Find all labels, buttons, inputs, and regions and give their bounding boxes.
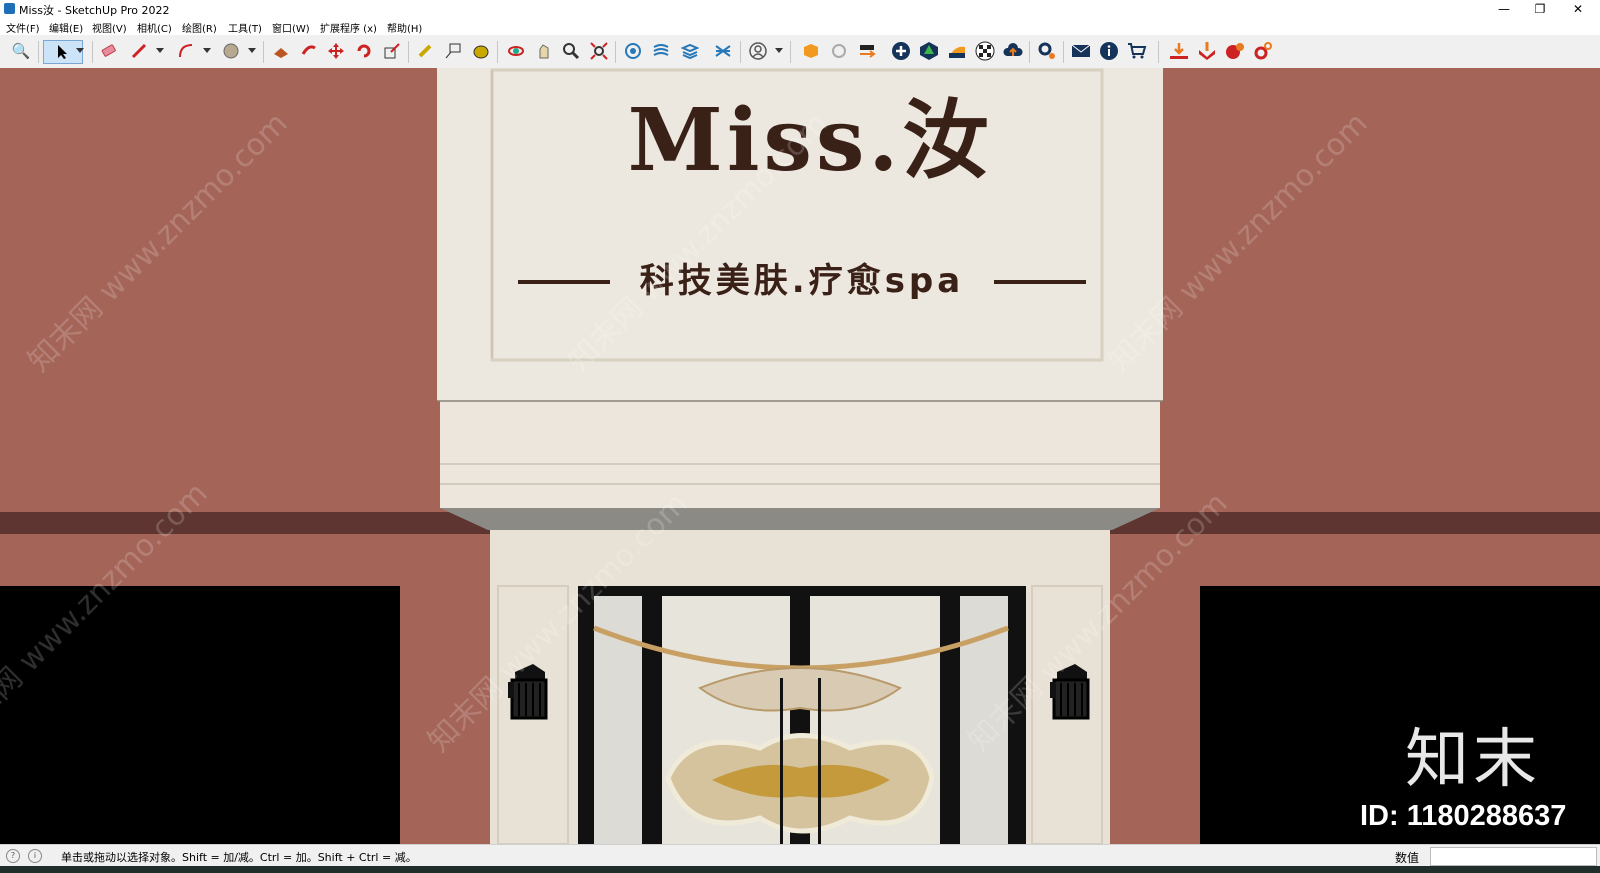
style-builder-icon[interactable] <box>946 40 968 62</box>
layout-send-icon[interactable] <box>856 40 878 62</box>
status-hint: 单击或拖动以选择对象。Shift = 加/减。Ctrl = 加。Shift + … <box>61 851 417 864</box>
plugin-icon[interactable] <box>1224 40 1246 62</box>
section-plane-icon[interactable] <box>622 40 644 62</box>
info-icon[interactable] <box>1098 40 1120 62</box>
menu-camera[interactable]: 相机(C) <box>137 20 172 35</box>
paint-icon[interactable] <box>470 40 492 62</box>
status-bar: ? i 单击或拖动以选择对象。Shift = 加/减。Ctrl = 加。Shif… <box>0 844 1600 867</box>
watermark-id: ID: 1180288637 <box>1360 800 1567 832</box>
sync-icon[interactable] <box>828 40 850 62</box>
menu-extensions[interactable]: 扩展程序 (x) <box>320 20 377 35</box>
section-cuts-icon[interactable] <box>712 40 734 62</box>
rotate-icon[interactable] <box>353 40 375 62</box>
tree-icon[interactable] <box>918 40 940 62</box>
sketchup-app-icon <box>4 3 15 14</box>
zoom-extents-icon[interactable] <box>588 40 610 62</box>
menu-help[interactable]: 帮助(H) <box>387 20 422 35</box>
taskbar-strip <box>0 866 1600 873</box>
import-icon[interactable] <box>1168 40 1190 62</box>
eraser-icon[interactable] <box>98 40 120 62</box>
add-icon[interactable] <box>890 40 912 62</box>
text-label-icon[interactable] <box>442 40 464 62</box>
section-display-icon[interactable] <box>650 40 672 62</box>
pencil-icon[interactable] <box>128 40 150 62</box>
menu-view[interactable]: 视图(V) <box>92 20 127 35</box>
close-button[interactable]: ✕ <box>1560 0 1596 18</box>
section-fill-icon[interactable] <box>679 40 701 62</box>
push-pull-icon[interactable] <box>270 40 292 62</box>
follow-me-icon[interactable] <box>298 40 320 62</box>
menu-window[interactable]: 窗口(W) <box>272 20 310 35</box>
orbit-icon[interactable] <box>505 40 527 62</box>
canopy-underside <box>440 508 1160 530</box>
menu-draw[interactable]: 绘图(R) <box>182 20 217 35</box>
user-profile-icon[interactable] <box>747 40 769 62</box>
arc-icon[interactable] <box>175 40 197 62</box>
cart-icon[interactable] <box>1126 40 1148 62</box>
minimize-button[interactable]: — <box>1486 0 1522 18</box>
menu-edit[interactable]: 编辑(E) <box>49 20 83 35</box>
gear-red-icon[interactable] <box>1252 40 1274 62</box>
title-bar: Miss汝 - SketchUp Pro 2022 — ❐ ✕ <box>0 0 1600 18</box>
paint-bucket-icon[interactable] <box>220 40 242 62</box>
move-icon[interactable] <box>325 40 347 62</box>
watermark-logo: 知末 <box>1405 723 1541 797</box>
info-status-icon[interactable]: i <box>28 849 42 863</box>
measurements-input[interactable] <box>1430 847 1597 866</box>
menu-file[interactable]: 文件(F) <box>6 20 40 35</box>
menu-bar: 文件(F) 编辑(E) 视图(V) 相机(C) 绘图(R) 工具(T) 窗口(W… <box>0 18 1600 35</box>
checker-icon[interactable] <box>974 40 996 62</box>
settings-icon[interactable] <box>1036 40 1058 62</box>
geo-location-icon[interactable]: ? <box>6 849 20 863</box>
zoom-icon[interactable] <box>560 40 582 62</box>
mail-icon[interactable] <box>1070 40 1092 62</box>
sign-rule-left <box>518 280 610 284</box>
drawing-viewport[interactable]: Miss.汝 科技美肤.疗愈spa 知末网 www.znzmo.com 知末网 … <box>0 68 1600 844</box>
tape-measure-icon[interactable] <box>414 40 436 62</box>
main-toolbar: 🔍 <box>0 36 1600 69</box>
pan-icon[interactable] <box>533 40 555 62</box>
cloud-upload-icon[interactable] <box>1002 40 1024 62</box>
extension-warehouse-icon[interactable] <box>800 40 822 62</box>
sign-rule-right <box>994 280 1086 284</box>
restore-button[interactable]: ❐ <box>1522 0 1558 18</box>
search-icon[interactable]: 🔍 <box>10 40 32 62</box>
window-title: Miss汝 - SketchUp Pro 2022 <box>19 4 170 17</box>
scale-icon[interactable] <box>381 40 403 62</box>
menu-tools[interactable]: 工具(T) <box>228 20 262 35</box>
canopy-layers <box>440 400 1160 508</box>
export-icon[interactable] <box>1196 40 1218 62</box>
measurements-label: 数值 <box>1395 851 1420 865</box>
